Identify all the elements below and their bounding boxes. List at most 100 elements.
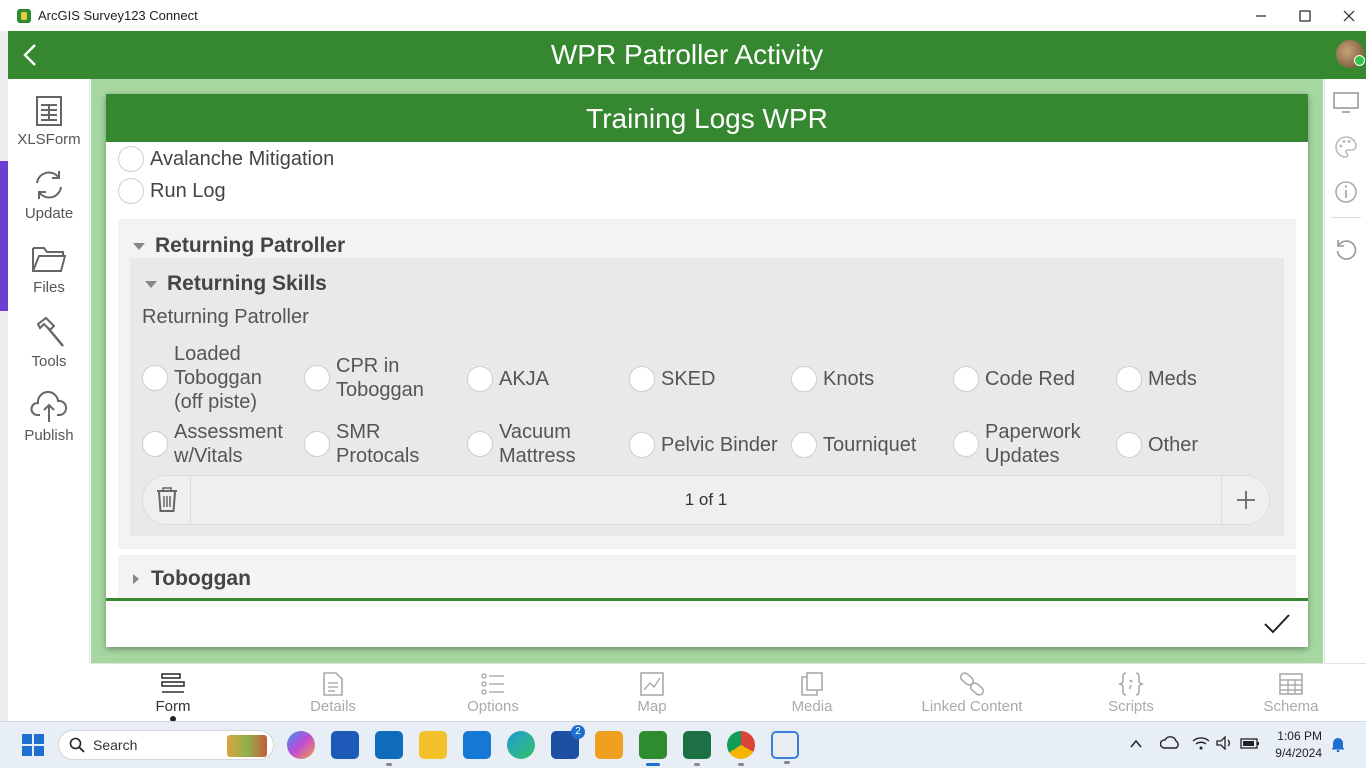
system-clock[interactable]: 1:06 PM 9/4/2024 xyxy=(1275,728,1322,762)
preview-device-button[interactable] xyxy=(1325,83,1366,123)
notification-bell-icon[interactable] xyxy=(1330,736,1346,753)
chrome-icon[interactable] xyxy=(727,731,755,766)
radio-button[interactable] xyxy=(142,365,168,391)
option-run-log[interactable]: Run Log xyxy=(118,178,226,204)
store-icon[interactable] xyxy=(331,731,359,759)
radio-button[interactable] xyxy=(1116,432,1142,458)
form-footer xyxy=(106,601,1308,647)
style-button[interactable] xyxy=(1325,127,1366,167)
user-avatar[interactable] xyxy=(1336,40,1365,68)
delete-repeat-button[interactable] xyxy=(143,476,191,524)
submit-button[interactable] xyxy=(1262,609,1292,639)
copilot-icon[interactable] xyxy=(287,731,315,759)
radio-button[interactable] xyxy=(118,178,144,204)
link-icon xyxy=(892,670,1052,698)
option-pelvic-binder[interactable]: Pelvic Binder xyxy=(629,432,789,458)
tab-details[interactable]: Details xyxy=(253,670,413,715)
tab-label: Schema xyxy=(1263,698,1319,715)
radio-button[interactable] xyxy=(629,432,655,458)
subgroup-title: Returning Skills xyxy=(167,272,327,295)
option-sked[interactable]: SKED xyxy=(629,366,789,392)
close-button[interactable] xyxy=(1326,0,1366,31)
survey123-taskbar-icon[interactable] xyxy=(639,731,667,766)
radio-button[interactable] xyxy=(791,432,817,458)
group-header-toboggan[interactable]: Toboggan xyxy=(133,567,251,591)
checkmark-icon xyxy=(1264,614,1290,634)
lync-icon[interactable]: 2 xyxy=(551,725,585,759)
tab-options[interactable]: Options xyxy=(413,670,573,715)
app-blue-icon[interactable] xyxy=(463,731,491,759)
radio-button[interactable] xyxy=(304,431,330,457)
sidebar-item-files[interactable]: Files xyxy=(8,241,90,296)
option-other[interactable]: Other xyxy=(1116,432,1276,458)
tab-schema[interactable]: Schema xyxy=(1211,670,1366,715)
radio-button[interactable] xyxy=(304,365,330,391)
option-tourniquet[interactable]: Tourniquet xyxy=(791,432,951,458)
search-label: Search xyxy=(93,737,138,753)
survey123-app-icon xyxy=(17,8,31,23)
radio-button[interactable] xyxy=(629,366,655,392)
option-paperwork-updates[interactable]: Paperwork Updates xyxy=(953,420,1113,468)
tray-chevron-up-icon[interactable] xyxy=(1130,736,1142,752)
volume-icon[interactable] xyxy=(1216,735,1234,753)
radio-button[interactable] xyxy=(142,431,168,457)
collapse-arrow-icon xyxy=(145,280,157,288)
tab-form[interactable]: Form xyxy=(93,670,253,722)
option-akja[interactable]: AKJA xyxy=(467,366,627,392)
group-title: Returning Patroller xyxy=(155,234,346,257)
sidebar-item-label: XLSForm xyxy=(17,131,81,148)
edge-icon[interactable] xyxy=(507,731,535,759)
radio-button[interactable] xyxy=(118,146,144,172)
start-button[interactable] xyxy=(22,734,44,756)
radio-button[interactable] xyxy=(467,366,493,392)
option-smr-protocals[interactable]: SMR Protocals xyxy=(304,420,464,468)
option-cpr-in-toboggan[interactable]: CPR in Toboggan xyxy=(304,354,464,402)
tab-map[interactable]: Map xyxy=(572,670,732,715)
sidebar-item-xlsform[interactable]: XLSForm xyxy=(8,93,90,148)
info-button[interactable] xyxy=(1325,172,1366,212)
radio-button[interactable] xyxy=(467,431,493,457)
option-loaded-toboggan[interactable]: Loaded Toboggan (off piste) xyxy=(142,342,302,414)
option-knots[interactable]: Knots xyxy=(791,366,951,392)
sidebar-item-tools[interactable]: Tools xyxy=(8,315,90,370)
expand-arrow-icon xyxy=(133,574,139,584)
option-assessment-vitals[interactable]: Assessment w/Vitals xyxy=(142,420,302,468)
tab-media[interactable]: Media xyxy=(732,670,892,715)
group-returning-patroller: Returning Patroller Returning Skills Ret… xyxy=(118,219,1296,549)
sidebar-item-label: Files xyxy=(33,279,65,296)
tab-label: Linked Content xyxy=(921,698,1023,715)
reset-button[interactable] xyxy=(1325,229,1366,269)
tab-linked-content[interactable]: Linked Content xyxy=(892,670,1052,715)
outlook-icon[interactable] xyxy=(375,731,403,766)
info-icon xyxy=(1335,181,1357,203)
excel-icon[interactable] xyxy=(683,731,711,766)
file-explorer-icon[interactable] xyxy=(419,731,447,759)
close-icon xyxy=(1343,10,1355,21)
option-vacuum-mattress[interactable]: Vacuum Mattress xyxy=(467,420,627,468)
radio-button[interactable] xyxy=(791,366,817,392)
app-orange-icon[interactable] xyxy=(595,731,623,759)
radio-button[interactable] xyxy=(1116,366,1142,392)
add-repeat-button[interactable] xyxy=(1221,476,1269,524)
folder-icon xyxy=(8,241,90,277)
option-code-red[interactable]: Code Red xyxy=(953,366,1113,392)
radio-button[interactable] xyxy=(953,366,979,392)
sidebar-item-label: Tools xyxy=(31,353,67,370)
option-meds[interactable]: Meds xyxy=(1116,366,1276,392)
radio-button[interactable] xyxy=(953,431,979,457)
tab-scripts[interactable]: Scripts xyxy=(1051,670,1211,715)
maximize-button[interactable] xyxy=(1282,0,1328,31)
wifi-icon[interactable] xyxy=(1192,736,1210,753)
snipping-tool-icon[interactable] xyxy=(771,731,799,764)
taskbar-search[interactable]: Search xyxy=(58,730,274,760)
form-body[interactable]: Avalanche Mitigation Run Log Returning P… xyxy=(106,142,1308,598)
group-header-returning-patroller[interactable]: Returning Patroller xyxy=(133,234,345,258)
sidebar-item-update[interactable]: Update xyxy=(8,167,90,222)
battery-icon[interactable] xyxy=(1240,736,1260,753)
option-avalanche-mitigation[interactable]: Avalanche Mitigation xyxy=(118,146,334,172)
group-header-returning-skills[interactable]: Returning Skills xyxy=(145,272,327,296)
onedrive-sync-icon[interactable] xyxy=(1159,736,1180,753)
group-title: Toboggan xyxy=(151,567,251,590)
sidebar-item-publish[interactable]: Publish xyxy=(8,389,90,444)
minimize-button[interactable] xyxy=(1238,0,1284,31)
